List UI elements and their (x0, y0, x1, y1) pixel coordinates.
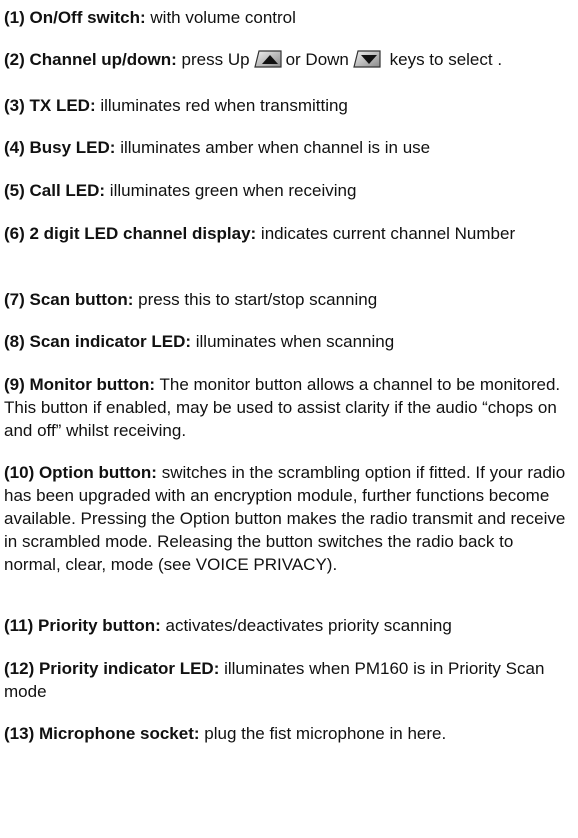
item-text: press Up (176, 50, 250, 69)
item-text: indicates current channel Number (256, 224, 516, 243)
document-page: (1) On/Off switch: with volume control (… (0, 0, 578, 838)
item-label: (13) Microphone socket: (4, 724, 200, 743)
item-option-button: (10) Option button: switches in the scra… (4, 461, 574, 576)
item-label: (8) Scan indicator LED: (4, 332, 192, 351)
item-text: press this to start/stop scanning (133, 290, 378, 309)
item-label: (4) Busy LED: (4, 138, 116, 157)
item-label: (5) Call LED: (4, 181, 106, 200)
item-scan-indicator-led: (8) Scan indicator LED: illuminates when… (4, 330, 574, 353)
item-label: (3) TX LED: (4, 96, 96, 115)
item-priority-indicator-led: (12) Priority indicator LED: illuminates… (4, 657, 574, 703)
item-text: or Down (285, 50, 349, 69)
item-text: illuminates green when receiving (105, 181, 357, 200)
item-label: (2) Channel up/down: (4, 50, 177, 69)
down-arrow-key-icon (352, 49, 382, 69)
item-label: (6) 2 digit LED channel display: (4, 224, 257, 243)
item-tx-led: (3) TX LED: illuminates red when transmi… (4, 94, 574, 117)
item-label: (1) On/Off switch: (4, 8, 146, 27)
item-text: illuminates when scanning (191, 332, 395, 351)
item-text: with volume control (145, 8, 296, 27)
item-on-off-switch: (1) On/Off switch: with volume control (4, 6, 574, 29)
up-arrow-key-icon (253, 49, 283, 69)
item-label: (9) Monitor button: (4, 375, 156, 394)
item-microphone-socket: (13) Microphone socket: plug the fist mi… (4, 722, 574, 745)
item-text: illuminates amber when channel is in use (115, 138, 431, 157)
item-label: (7) Scan button: (4, 290, 134, 309)
item-text: keys to select . (384, 50, 503, 69)
item-text: illuminates red when transmitting (95, 96, 348, 115)
item-label: (11) Priority button: (4, 616, 161, 635)
item-label: (12) Priority indicator LED: (4, 659, 220, 678)
item-busy-led: (4) Busy LED: illuminates amber when cha… (4, 136, 574, 159)
item-channel-display: (6) 2 digit LED channel display: indicat… (4, 222, 574, 245)
item-call-led: (5) Call LED: illuminates green when rec… (4, 179, 574, 202)
item-label: (10) Option button: (4, 463, 157, 482)
item-monitor-button: (9) Monitor button: The monitor button a… (4, 373, 574, 442)
item-text: activates/deactivates priority scanning (160, 616, 452, 635)
item-channel-up-down: (2) Channel up/down: press Up or Down key… (4, 48, 574, 71)
item-text: plug the fist microphone in here. (199, 724, 447, 743)
item-priority-button: (11) Priority button: activates/deactiva… (4, 614, 574, 637)
item-scan-button: (7) Scan button: press this to start/sto… (4, 288, 574, 311)
